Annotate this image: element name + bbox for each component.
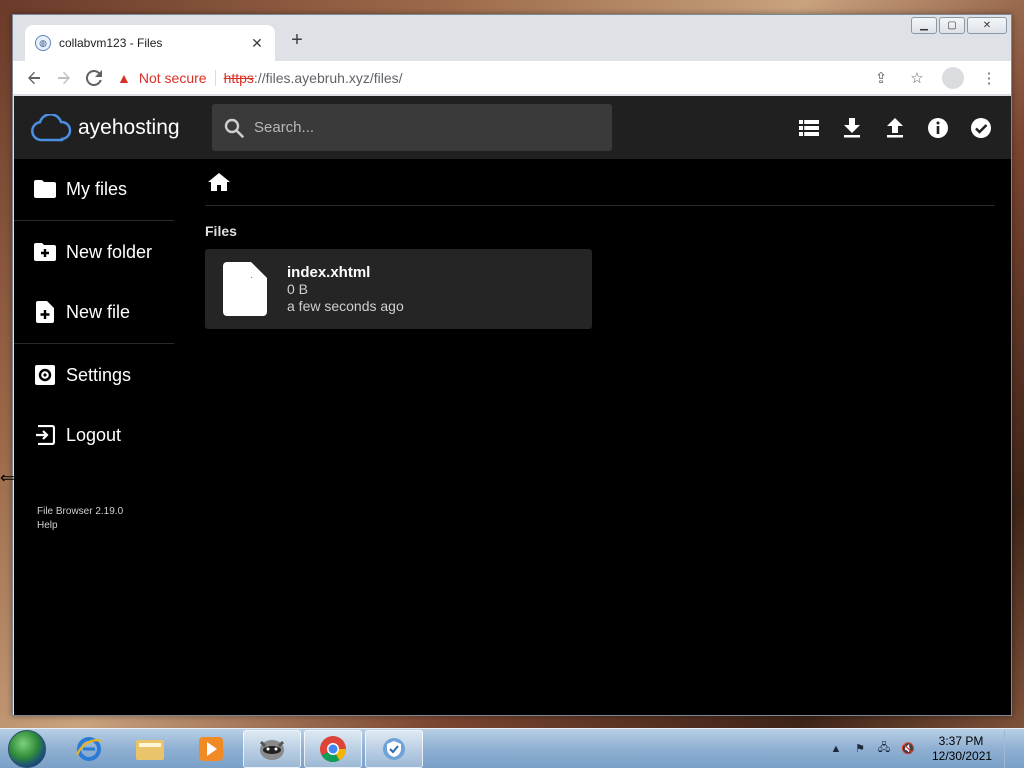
toolbar-actions: ⇪ ☆ ⋮: [865, 64, 1005, 92]
start-button[interactable]: [8, 729, 46, 768]
sidebar-item-settings[interactable]: Settings: [14, 345, 174, 405]
browser-tab[interactable]: ◍ collabvm123 - Files ✕: [25, 25, 275, 61]
file-size: 0 B: [287, 280, 309, 297]
select-multiple-button[interactable]: [965, 112, 997, 144]
sidebar-footer: File Browser 2.19.0 Help: [14, 465, 174, 533]
divider: [14, 220, 174, 221]
maximize-button[interactable]: ▢: [939, 17, 965, 34]
sidebar: My files New folder New file Settings Lo…: [14, 159, 174, 715]
clock-date: 12/30/2021: [932, 748, 993, 763]
header-actions: [793, 112, 997, 144]
window-close-button[interactable]: ✕: [967, 17, 1007, 34]
sidebar-item-label: New folder: [66, 241, 153, 262]
sidebar-item-new-file[interactable]: New file: [14, 282, 174, 342]
download-icon: [844, 117, 860, 137]
taskbar-apps: [60, 729, 423, 768]
file-icon: [223, 262, 267, 316]
cloud-logo-icon: [31, 113, 72, 141]
arrow-left-icon: [28, 71, 40, 84]
sidebar-item-label: My files: [66, 178, 128, 199]
network-shield-icon[interactable]: [365, 729, 423, 768]
file-modified: a few seconds ago: [287, 297, 404, 314]
network-icon[interactable]: 🖧: [876, 741, 892, 757]
flag-icon[interactable]: ⚑: [852, 741, 868, 757]
check-circle-icon: [971, 117, 991, 138]
sidebar-item-label: New file: [66, 301, 131, 322]
browser-window: ◍ collabvm123 - Files ✕ + ▁ ▢ ✕ ▲ Not se…: [12, 14, 1012, 716]
warning-icon: ▲: [117, 69, 131, 86]
main-content: Files index.xhtml 0 B a few seconds ago: [205, 159, 995, 715]
folder-icon: [34, 178, 56, 200]
taskbar: ▲ ⚑ 🖧 🔇 3:37 PM 12/30/2021: [0, 728, 1024, 768]
reload-button[interactable]: [79, 64, 109, 92]
share-icon[interactable]: ⇪: [865, 64, 897, 92]
search-icon: [224, 118, 244, 138]
back-button[interactable]: [19, 64, 49, 92]
bookmark-star-icon[interactable]: ☆: [901, 64, 933, 92]
sidebar-item-label: Logout: [66, 424, 122, 445]
new-tab-button[interactable]: +: [283, 29, 311, 52]
internet-explorer-icon[interactable]: [60, 730, 118, 768]
breadcrumb: [205, 159, 995, 206]
gear-icon: [34, 364, 56, 386]
browser-titlebar: ◍ collabvm123 - Files ✕ + ▁ ▢ ✕: [13, 15, 1011, 61]
info-button[interactable]: [922, 112, 954, 144]
filebrowser-app: ayehosting Search... My files New folder…: [14, 96, 1011, 715]
switch-view-button[interactable]: [793, 112, 825, 144]
speaker-muted-icon[interactable]: 🔇: [900, 741, 916, 757]
upload-icon: [887, 117, 903, 137]
sidebar-item-new-folder[interactable]: New folder: [14, 222, 174, 282]
brand[interactable]: ayehosting: [30, 113, 198, 142]
files-section-title: Files: [205, 223, 237, 239]
search-input[interactable]: [254, 119, 594, 136]
sidebar-item-label: Settings: [66, 364, 132, 385]
resize-cursor-icon: ⟺: [0, 470, 23, 487]
clock-time: 3:37 PM: [938, 733, 984, 748]
chrome-icon[interactable]: [304, 729, 362, 768]
forward-button[interactable]: [49, 64, 79, 92]
download-button[interactable]: [836, 112, 868, 144]
info-icon: [928, 117, 948, 138]
minimize-button[interactable]: ▁: [911, 17, 937, 34]
file-item[interactable]: index.xhtml 0 B a few seconds ago: [205, 249, 592, 329]
address-bar[interactable]: ▲ Not secure https ://files.ayebruh.xyz/…: [113, 64, 865, 92]
file-name: index.xhtml: [287, 263, 371, 281]
window-controls: ▁ ▢ ✕: [911, 17, 1007, 34]
divider: [214, 69, 216, 86]
folder-plus-icon: [34, 241, 56, 263]
upload-button[interactable]: [879, 112, 911, 144]
sidebar-item-logout[interactable]: Logout: [14, 405, 174, 465]
show-desktop-button[interactable]: [1004, 729, 1016, 768]
sidebar-item-my-files[interactable]: My files: [14, 159, 174, 219]
tab-close-icon[interactable]: ✕: [249, 35, 265, 52]
kebab-menu-icon[interactable]: ⋮: [973, 64, 1005, 92]
version-link[interactable]: File Browser 2.19.0: [37, 505, 174, 519]
help-link[interactable]: Help: [37, 519, 174, 533]
home-icon[interactable]: [208, 173, 230, 191]
globe-icon: ◍: [35, 35, 51, 51]
reload-icon: [86, 69, 102, 86]
url-text: ://files.ayebruh.xyz/files/: [253, 69, 403, 86]
logout-icon: [34, 424, 56, 446]
browser-toolbar: ▲ Not secure https ://files.ayebruh.xyz/…: [13, 61, 1011, 95]
brand-name: ayehosting: [78, 115, 180, 139]
profile-avatar-icon[interactable]: [942, 66, 964, 89]
media-player-icon[interactable]: [182, 730, 240, 768]
file-plus-icon: [34, 301, 56, 323]
app-header: ayehosting: [14, 96, 1011, 159]
raccoon-app-icon[interactable]: [243, 729, 301, 768]
not-secure-label[interactable]: Not secure: [139, 70, 207, 86]
file-explorer-icon[interactable]: [121, 730, 179, 768]
chevron-up-icon[interactable]: ▲: [828, 741, 844, 757]
arrow-right-icon: [58, 71, 70, 84]
divider: [14, 343, 174, 344]
list-view-icon: [799, 119, 819, 136]
url-scheme: https: [223, 69, 254, 86]
clock[interactable]: 3:37 PM 12/30/2021: [932, 733, 993, 764]
system-tray: ▲ ⚑ 🖧 🔇 3:37 PM 12/30/2021: [828, 729, 1016, 768]
file-info: index.xhtml 0 B a few seconds ago: [287, 264, 404, 315]
search-box[interactable]: [212, 104, 612, 151]
tab-title: collabvm123 - Files: [59, 36, 163, 50]
